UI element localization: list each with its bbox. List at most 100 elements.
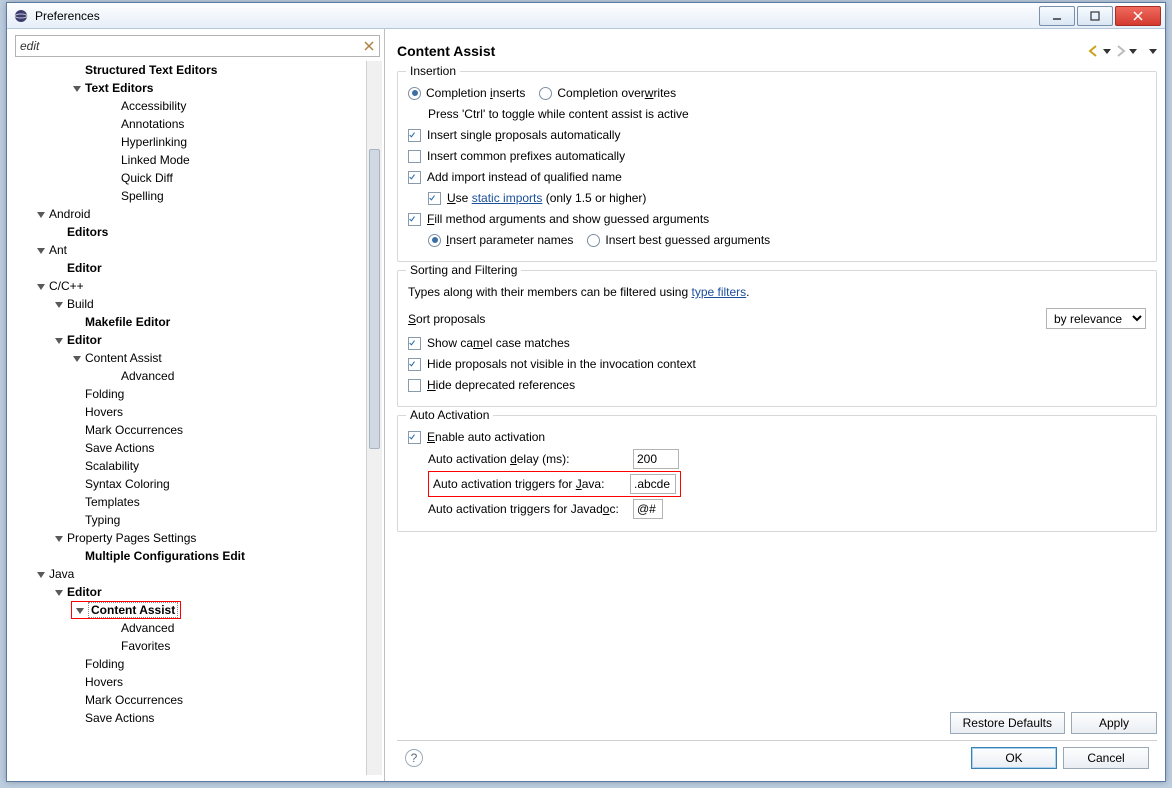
filter-input[interactable]	[15, 35, 380, 57]
tree-item[interactable]: C/C++	[17, 277, 366, 295]
tree-item[interactable]: Typing	[17, 511, 366, 529]
collapse-icon[interactable]	[35, 244, 47, 256]
java-triggers-input[interactable]	[630, 474, 676, 494]
apply-button[interactable]: Apply	[1071, 712, 1157, 734]
tree-item[interactable]: Favorites	[17, 637, 366, 655]
tree-container: Structured Text EditorsText EditorsAcces…	[13, 61, 382, 775]
tree-item[interactable]: Android	[17, 205, 366, 223]
insert-common-label: Insert common prefixes automatically	[427, 149, 625, 163]
cancel-button[interactable]: Cancel	[1063, 747, 1149, 769]
tree-item[interactable]: Hyperlinking	[17, 133, 366, 151]
use-static-checkbox[interactable]	[428, 192, 441, 205]
add-import-checkbox[interactable]	[408, 171, 421, 184]
insert-param-radio[interactable]	[428, 234, 441, 247]
tree-item[interactable]: Makefile Editor	[17, 313, 366, 331]
scrollbar-thumb[interactable]	[369, 149, 380, 449]
expand-icon	[53, 262, 65, 274]
tree-item[interactable]: Accessibility	[17, 97, 366, 115]
tree-item[interactable]: Syntax Coloring	[17, 475, 366, 493]
tree-item[interactable]: Quick Diff	[17, 169, 366, 187]
tree-item-label: C/C++	[49, 279, 84, 293]
ok-button[interactable]: OK	[971, 747, 1057, 769]
collapse-icon[interactable]	[71, 82, 83, 94]
back-icon[interactable]	[1087, 44, 1101, 58]
tree-item[interactable]: Java	[17, 565, 366, 583]
static-imports-link[interactable]: static imports	[472, 191, 543, 205]
tree-item[interactable]: Advanced	[17, 619, 366, 637]
collapse-icon[interactable]	[35, 280, 47, 292]
collapse-icon[interactable]	[53, 532, 65, 544]
insert-best-radio[interactable]	[587, 234, 600, 247]
auto-activation-title: Auto Activation	[406, 408, 493, 422]
tree-item[interactable]: Advanced	[17, 367, 366, 385]
forward-icon[interactable]	[1113, 44, 1127, 58]
expand-icon	[107, 136, 119, 148]
preference-tree[interactable]: Structured Text EditorsText EditorsAcces…	[13, 61, 366, 775]
tree-item[interactable]: Content Assist	[17, 601, 366, 619]
help-icon[interactable]: ?	[405, 749, 423, 767]
back-menu-icon[interactable]	[1103, 47, 1111, 55]
tree-item[interactable]: Editor	[17, 259, 366, 277]
close-button[interactable]	[1115, 6, 1161, 26]
tree-item[interactable]: Scalability	[17, 457, 366, 475]
restore-defaults-button[interactable]: Restore Defaults	[950, 712, 1065, 734]
tree-item-label: Advanced	[121, 369, 174, 383]
tree-item[interactable]: Spelling	[17, 187, 366, 205]
tree-item-label: Linked Mode	[121, 153, 190, 167]
tree-item-label: Mark Occurrences	[85, 693, 183, 707]
insert-single-checkbox[interactable]	[408, 129, 421, 142]
fill-args-checkbox[interactable]	[408, 213, 421, 226]
tree-item[interactable]: Build	[17, 295, 366, 313]
tree-item[interactable]: Editors	[17, 223, 366, 241]
tree-item[interactable]: Ant	[17, 241, 366, 259]
sort-proposals-select[interactable]: by relevance	[1046, 308, 1146, 329]
tree-item[interactable]: Structured Text Editors	[17, 61, 366, 79]
javadoc-triggers-input[interactable]	[633, 499, 663, 519]
tree-item[interactable]: Folding	[17, 655, 366, 673]
tree-item[interactable]: Linked Mode	[17, 151, 366, 169]
left-pane: Structured Text EditorsText EditorsAcces…	[7, 29, 385, 781]
type-filters-link[interactable]: type filters	[691, 285, 746, 299]
delay-input[interactable]	[633, 449, 679, 469]
collapse-icon[interactable]	[35, 568, 47, 580]
tree-scrollbar[interactable]	[366, 61, 382, 775]
tree-item-label: Editor	[67, 333, 102, 347]
forward-menu-icon[interactable]	[1129, 47, 1137, 55]
maximize-button[interactable]	[1077, 6, 1113, 26]
tree-item[interactable]: Editor	[17, 331, 366, 349]
tree-item[interactable]: Hovers	[17, 403, 366, 421]
collapse-icon[interactable]	[74, 604, 86, 616]
tree-item[interactable]: Multiple Configurations Edit	[17, 547, 366, 565]
collapse-icon[interactable]	[35, 208, 47, 220]
clear-filter-icon[interactable]	[362, 39, 376, 53]
tree-item[interactable]: Editor	[17, 583, 366, 601]
tree-item[interactable]: Templates	[17, 493, 366, 511]
insert-common-checkbox[interactable]	[408, 150, 421, 163]
tree-item[interactable]: Folding	[17, 385, 366, 403]
hide-dep-checkbox[interactable]	[408, 379, 421, 392]
minimize-button[interactable]	[1039, 6, 1075, 26]
collapse-icon[interactable]	[53, 298, 65, 310]
tree-item[interactable]: Text Editors	[17, 79, 366, 97]
completion-inserts-radio[interactable]	[408, 87, 421, 100]
enable-auto-checkbox[interactable]	[408, 431, 421, 444]
view-menu-icon[interactable]	[1149, 47, 1157, 55]
tree-item-label: Favorites	[121, 639, 170, 653]
hide-inv-checkbox[interactable]	[408, 358, 421, 371]
collapse-icon[interactable]	[53, 334, 65, 346]
completion-overwrites-radio[interactable]	[539, 87, 552, 100]
collapse-icon[interactable]	[71, 352, 83, 364]
tree-item[interactable]: Content Assist	[17, 349, 366, 367]
tree-item[interactable]: Property Pages Settings	[17, 529, 366, 547]
tree-item[interactable]: Mark Occurrences	[17, 421, 366, 439]
tree-item[interactable]: Annotations	[17, 115, 366, 133]
collapse-icon[interactable]	[53, 586, 65, 598]
tree-item-label: Build	[67, 297, 94, 311]
tree-item[interactable]: Mark Occurrences	[17, 691, 366, 709]
titlebar[interactable]: Preferences	[7, 3, 1165, 29]
expand-icon	[107, 622, 119, 634]
tree-item[interactable]: Hovers	[17, 673, 366, 691]
tree-item[interactable]: Save Actions	[17, 439, 366, 457]
tree-item[interactable]: Save Actions	[17, 709, 366, 727]
camel-checkbox[interactable]	[408, 337, 421, 350]
